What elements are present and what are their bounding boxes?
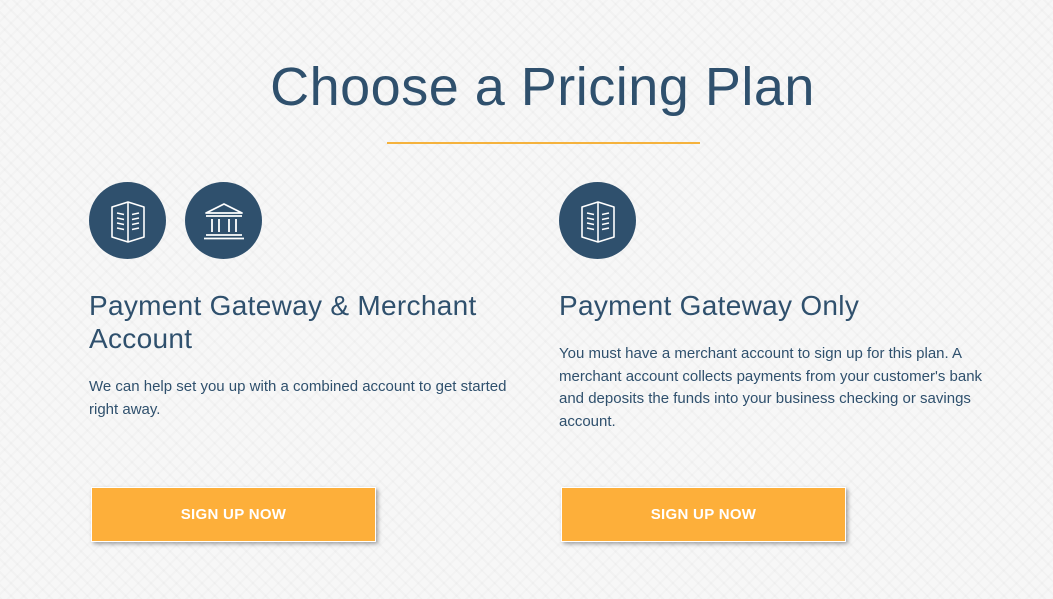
plan-title: Payment Gateway Only [559,290,860,321]
document-icon [559,182,636,259]
plan-title: Payment Gateway & Merchant Account [89,290,477,354]
plan-icons [559,182,999,260]
plan-card-gateway-only: Payment Gateway Only You must have a mer… [559,182,999,542]
document-icon [89,182,166,259]
sign-up-button[interactable]: SIGN UP NOW [91,487,376,542]
title-divider [387,142,700,144]
bank-icon [185,182,262,259]
plan-description: We can help set you up with a combined a… [89,378,507,418]
plan-description: You must have a merchant account to sign… [559,345,983,430]
page-title: Choose a Pricing Plan [270,57,815,117]
plan-icons [89,182,519,260]
sign-up-button[interactable]: SIGN UP NOW [561,487,846,542]
plan-card-gateway-merchant: Payment Gateway & Merchant Account We ca… [89,182,519,542]
